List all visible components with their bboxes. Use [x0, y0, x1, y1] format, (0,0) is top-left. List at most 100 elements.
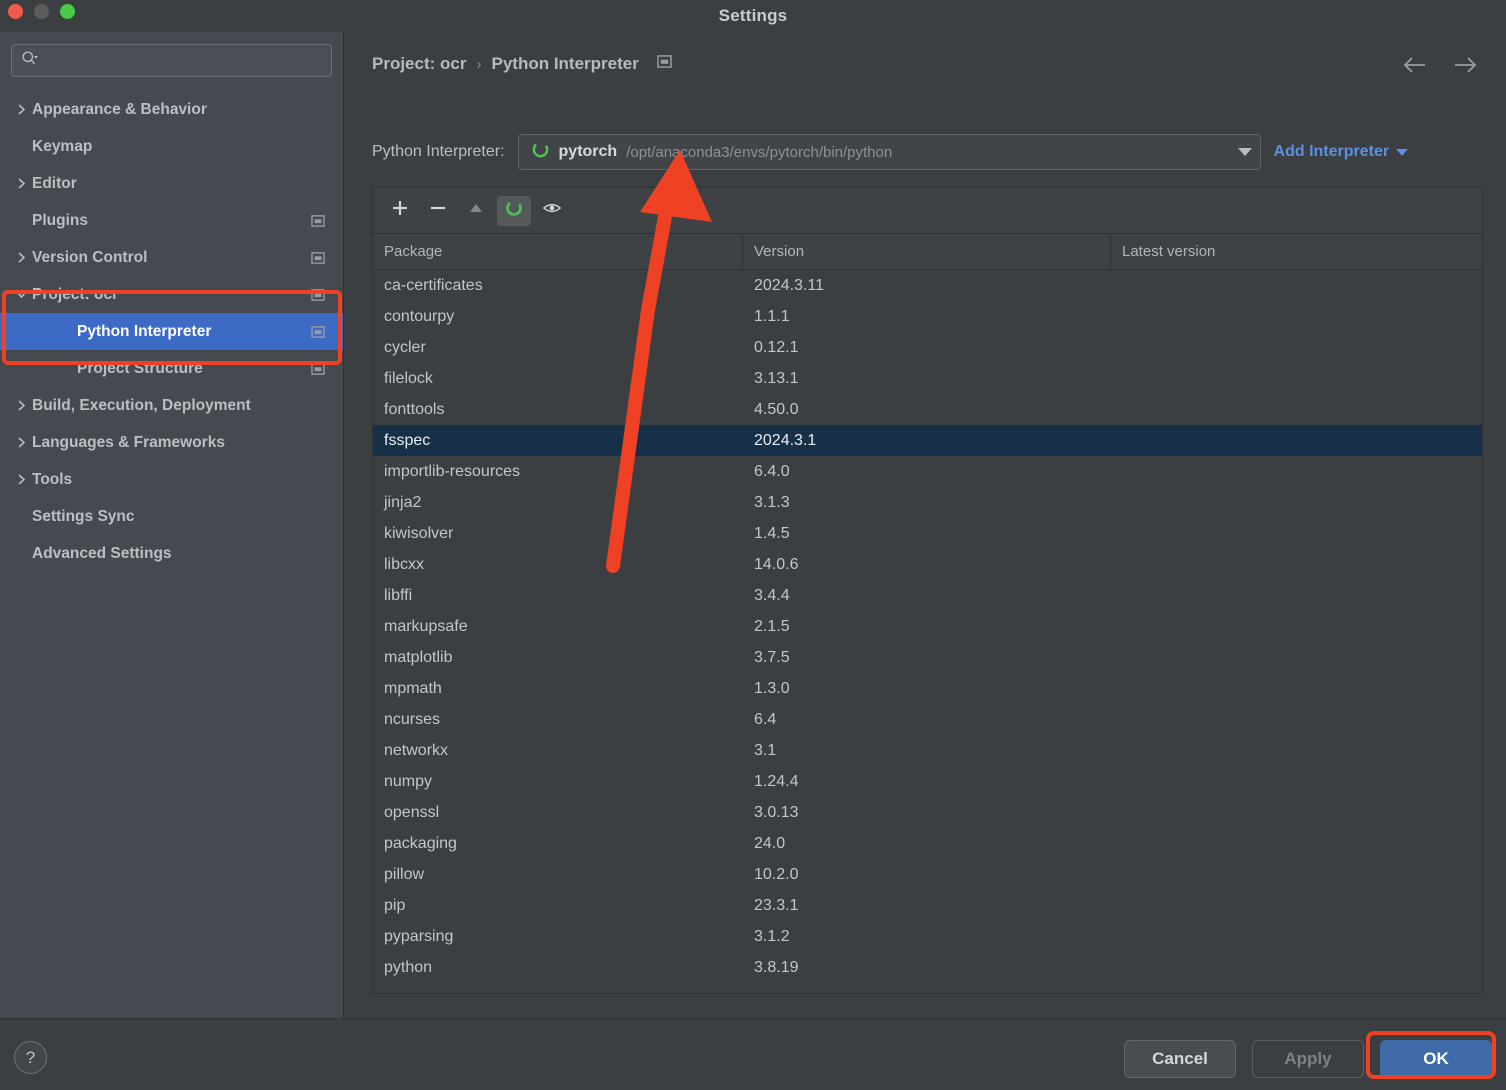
table-row[interactable]: fonttools 4.50.0: [373, 394, 1482, 425]
sidebar-item-tools[interactable]: Tools: [0, 461, 343, 498]
chevron-right-icon[interactable]: [10, 252, 32, 263]
sidebar-item-project-structure[interactable]: Project Structure: [0, 350, 343, 387]
arrow-right-icon[interactable]: [1452, 55, 1478, 80]
cell-version: 3.4.4: [754, 586, 790, 604]
table-row[interactable]: pillow 10.2.0: [373, 859, 1482, 890]
column-header-version[interactable]: Version: [743, 234, 1111, 269]
sidebar-item-python-interpreter[interactable]: Python Interpreter: [0, 313, 343, 350]
zoom-window-button[interactable]: [60, 4, 75, 19]
cell-version: 2024.3.11: [754, 276, 824, 294]
settings-sidebar: Appearance & Behavior Keymap Editor Plugins…: [0, 32, 344, 1018]
plus-icon: [390, 198, 410, 223]
chevron-right-icon[interactable]: [10, 474, 32, 485]
interpreter-label: Python Interpreter:: [372, 143, 505, 160]
cell-version: 3.1.3: [754, 493, 790, 511]
cell-package: networkx: [384, 741, 449, 759]
table-row[interactable]: contourpy 1.1.1: [373, 301, 1482, 332]
sidebar-item-label: Appearance & Behavior: [32, 100, 207, 118]
sidebar-item-plugins[interactable]: Plugins: [0, 202, 343, 239]
minimize-window-button[interactable]: [34, 4, 49, 19]
table-row[interactable]: pip 23.3.1: [373, 890, 1482, 921]
cell-version: 3.1: [754, 741, 777, 759]
sidebar-item-advanced-settings[interactable]: Advanced Settings: [0, 535, 343, 572]
table-row[interactable]: libffi 3.4.4: [373, 580, 1482, 611]
cell-package: kiwisolver: [384, 524, 454, 542]
table-row[interactable]: jinja2 3.1.3: [373, 487, 1482, 518]
sidebar-item-editor[interactable]: Editor: [0, 165, 343, 202]
chevron-down-icon[interactable]: [1237, 148, 1252, 156]
window-title: Settings: [718, 6, 788, 25]
interpreter-combobox[interactable]: pytorch /opt/anaconda3/envs/pytorch/bin/…: [517, 134, 1261, 170]
chevron-right-icon[interactable]: [10, 178, 32, 189]
sidebar-item-settings-sync[interactable]: Settings Sync: [0, 498, 343, 535]
cell-version: 2024.3.1: [754, 431, 817, 449]
cell-version: 3.8.19: [754, 958, 799, 976]
arrow-up-icon: [466, 198, 486, 223]
chevron-right-icon[interactable]: [10, 104, 32, 115]
show-early-releases-button[interactable]: [535, 196, 569, 226]
cell-package: fonttools: [384, 400, 445, 418]
add-package-button[interactable]: [383, 196, 417, 226]
cell-package: pillow: [384, 865, 425, 883]
history-navigation: [1402, 55, 1478, 80]
close-window-button[interactable]: [8, 4, 23, 19]
sidebar-item-keymap[interactable]: Keymap: [0, 128, 343, 165]
cell-package: fsspec: [384, 431, 431, 449]
packages-table-body[interactable]: ca-certificates 2024.3.11 contourpy 1.1.1 cy…: [373, 270, 1482, 993]
cell-package: libffi: [384, 586, 413, 604]
search-input[interactable]: [41, 52, 322, 69]
table-row[interactable]: python 3.8.19: [373, 952, 1482, 983]
open-in-window-icon[interactable]: [649, 55, 672, 73]
sidebar-item-build-execution-deployment[interactable]: Build, Execution, Deployment: [0, 387, 343, 424]
table-row[interactable]: ca-certificates 2024.3.11: [373, 270, 1482, 301]
table-row[interactable]: numpy 1.24.4: [373, 766, 1482, 797]
cell-package: cycler: [384, 338, 426, 356]
chevron-right-icon[interactable]: [10, 400, 32, 411]
cell-version: 14.0.6: [754, 555, 799, 573]
search-box[interactable]: [11, 44, 332, 77]
chevron-down-icon[interactable]: [10, 289, 32, 300]
interpreter-row: Python Interpreter: pytorch /opt/anacond…: [372, 134, 1484, 170]
table-row[interactable]: pyparsing 3.1.2: [373, 921, 1482, 952]
conda-env-button[interactable]: [497, 195, 531, 226]
chevron-right-icon[interactable]: [10, 437, 32, 448]
breadcrumb: Project: ocr › Python Interpreter: [372, 54, 672, 74]
table-row[interactable]: ncurses 6.4: [373, 704, 1482, 735]
sidebar-item-label: Version Control: [32, 248, 148, 266]
breadcrumb-project[interactable]: Project: ocr: [372, 54, 466, 74]
table-row[interactable]: kiwisolver 1.4.5: [373, 518, 1482, 549]
column-header-package[interactable]: Package: [373, 234, 743, 269]
sidebar-item-languages-frameworks[interactable]: Languages & Frameworks: [0, 424, 343, 461]
sidebar-item-appearance-behavior[interactable]: Appearance & Behavior: [0, 91, 343, 128]
table-row[interactable]: fsspec 2024.3.1: [373, 425, 1482, 456]
apply-button[interactable]: Apply: [1252, 1040, 1364, 1078]
table-row[interactable]: packaging 24.0: [373, 828, 1482, 859]
cell-version: 3.13.1: [754, 369, 799, 387]
remove-package-button[interactable]: [421, 196, 455, 226]
cell-package: pip: [384, 896, 406, 914]
table-row[interactable]: cycler 0.12.1: [373, 332, 1482, 363]
cell-package: jinja2: [384, 493, 422, 511]
column-header-latest-version[interactable]: Latest version: [1111, 234, 1482, 269]
sidebar-item-version-control[interactable]: Version Control: [0, 239, 343, 276]
table-row[interactable]: libcxx 14.0.6: [373, 549, 1482, 580]
sidebar-item-project-ocr[interactable]: Project: ocr: [0, 276, 343, 313]
upgrade-package-button[interactable]: [459, 196, 493, 226]
table-row[interactable]: importlib-resources 6.4.0: [373, 456, 1482, 487]
help-button[interactable]: ?: [14, 1041, 47, 1074]
table-row[interactable]: matplotlib 3.7.5: [373, 642, 1482, 673]
conda-env-icon: [504, 198, 524, 223]
cell-version: 1.24.4: [754, 772, 799, 790]
table-row[interactable]: mpmath 1.3.0: [373, 673, 1482, 704]
table-row[interactable]: filelock 3.13.1: [373, 363, 1482, 394]
table-row[interactable]: markupsafe 2.1.5: [373, 611, 1482, 642]
arrow-left-icon[interactable]: [1402, 55, 1428, 80]
ok-button[interactable]: OK: [1380, 1040, 1492, 1078]
table-row[interactable]: openssl 3.0.13: [373, 797, 1482, 828]
window-controls: [8, 4, 75, 19]
add-interpreter-button[interactable]: Add Interpreter: [1274, 143, 1409, 161]
cancel-button[interactable]: Cancel: [1124, 1040, 1236, 1078]
cell-package: markupsafe: [384, 617, 468, 635]
table-row[interactable]: networkx 3.1: [373, 735, 1482, 766]
cell-version: 24.0: [754, 834, 786, 852]
